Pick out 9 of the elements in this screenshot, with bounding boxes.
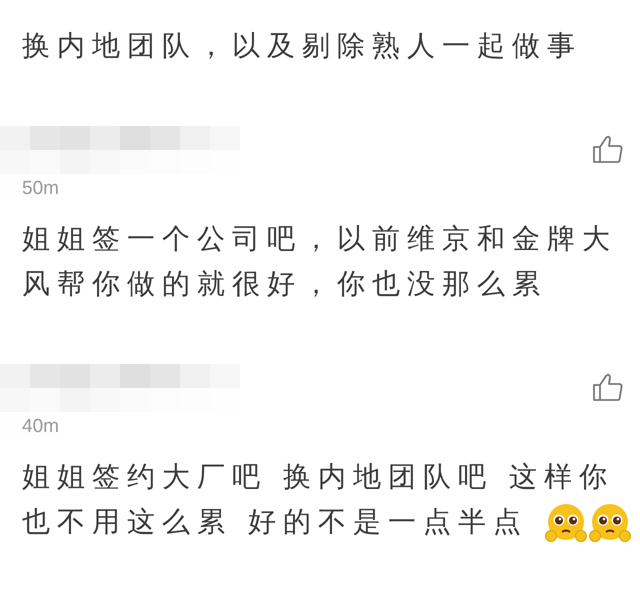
- pleading-face-icon: [544, 503, 588, 544]
- comment-text: 姐姐签约大厂吧 换内地团队吧 这样你也不用这么累 好的不是一点半点: [0, 454, 640, 544]
- comment-text: 换内地团队，以及剔除熟人一起做事: [21, 28, 583, 64]
- thumbs-up-icon[interactable]: [592, 372, 624, 402]
- thumbs-up-icon[interactable]: [592, 134, 624, 164]
- comment-time: 40m: [22, 416, 59, 438]
- comment-text: 姐姐签一个公司吧，以前维京和金牌大风帮你做的就很好，你也没那么累: [21, 221, 618, 302]
- pleading-face-icon: [588, 503, 632, 544]
- comment-time: 50m: [22, 178, 59, 200]
